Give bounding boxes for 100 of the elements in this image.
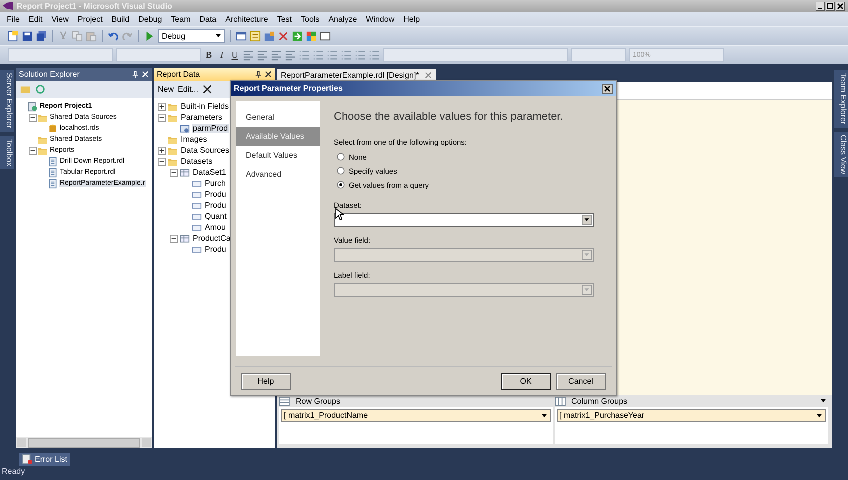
expander[interactable] [158, 146, 166, 154]
tab-title: ReportParameterExample.rdl [Design]* [281, 71, 420, 80]
menu-item[interactable]: Debug [134, 14, 166, 24]
menu-item[interactable]: Team [167, 14, 195, 24]
tree-item[interactable]: Parameters [180, 113, 224, 122]
undo-icon[interactable] [108, 30, 119, 42]
format-button[interactable]: B [204, 50, 214, 60]
dialog-title: Report Parameter Properties [234, 84, 343, 93]
refresh-icon[interactable] [35, 84, 46, 95]
save-all-icon[interactable] [36, 30, 47, 42]
menu-item[interactable]: Edit [24, 14, 47, 24]
expander[interactable] [170, 234, 178, 242]
caret-icon [216, 34, 221, 38]
align-icon[interactable] [257, 50, 268, 60]
format-button[interactable]: I [217, 50, 227, 60]
menu-item[interactable]: Project [74, 14, 107, 24]
tree-item[interactable]: Produ [204, 245, 228, 254]
tree-item[interactable]: parmProd [192, 124, 230, 133]
folder-icon [168, 102, 178, 112]
tree-item[interactable]: ProductCa [192, 234, 232, 243]
tree-item[interactable]: Quant [204, 212, 228, 221]
window-icon[interactable] [236, 30, 247, 42]
group-item[interactable]: [ matrix1_ProductName [281, 409, 550, 422]
menu-item[interactable]: View [48, 14, 73, 24]
caret-icon[interactable] [542, 414, 546, 418]
align-icon[interactable] [271, 50, 282, 60]
document-icon [48, 178, 58, 188]
panel-title: Report Data [157, 70, 200, 79]
expander[interactable] [29, 146, 37, 154]
expander[interactable] [158, 158, 166, 166]
tree-item[interactable]: Amou [204, 223, 227, 232]
menu-item[interactable]: Data [196, 14, 221, 24]
start-icon[interactable] [144, 30, 155, 42]
tree-item[interactable]: Produ [204, 190, 228, 199]
align-icon[interactable] [243, 50, 254, 60]
nav-item[interactable]: Advanced [236, 165, 320, 184]
group-item[interactable]: [ matrix1_PurchaseYear [556, 409, 826, 422]
radio-button[interactable] [337, 181, 345, 189]
pin-icon[interactable] [255, 71, 262, 78]
radio-button[interactable] [337, 153, 345, 161]
maximize-button[interactable] [826, 2, 835, 10]
configuration-dropdown[interactable]: Debug [158, 29, 225, 43]
properties-icon[interactable] [250, 30, 261, 42]
close-icon[interactable] [265, 71, 272, 78]
format-button[interactable]: U [230, 50, 240, 60]
menu-item[interactable]: Tools [297, 14, 324, 24]
tree-item[interactable]: Datasets [180, 157, 214, 166]
nav-item[interactable]: General [236, 108, 320, 127]
ok-button[interactable]: OK [501, 372, 551, 390]
error-list-tab[interactable]: Error List [19, 453, 70, 466]
side-tab[interactable]: Class View [834, 132, 848, 177]
align-icon[interactable] [285, 50, 296, 60]
expander[interactable] [158, 102, 166, 110]
window-title: Report Project1 - Microsoft Visual Studio [17, 2, 172, 10]
edit-button[interactable]: Edit... [178, 85, 198, 94]
menu-item[interactable]: Analyze [324, 14, 362, 24]
close-button[interactable] [602, 84, 613, 94]
tree-item[interactable]: Images [180, 135, 208, 144]
save-icon[interactable] [22, 30, 33, 42]
cancel-button[interactable]: Cancel [556, 372, 606, 390]
document-icon [48, 156, 58, 166]
side-tab[interactable]: Toolbox [0, 136, 14, 170]
table-icon [180, 234, 190, 244]
expander[interactable] [158, 114, 166, 122]
tree-item[interactable]: Purch [204, 179, 227, 188]
menu-item[interactable]: Window [362, 14, 399, 24]
new-project-icon[interactable] [8, 30, 19, 42]
tree-item[interactable]: DataSet1 [192, 168, 228, 177]
project-icon [28, 102, 38, 112]
combo-box[interactable] [334, 213, 594, 227]
menu-item[interactable]: Test [273, 14, 296, 24]
expander[interactable] [29, 114, 37, 122]
help-button[interactable]: Help [241, 372, 291, 390]
folder-icon [168, 156, 178, 166]
tree-item[interactable]: Data Sources [180, 146, 230, 155]
expander[interactable] [170, 168, 178, 176]
menu-item[interactable]: Help [400, 14, 424, 24]
caret-icon[interactable] [817, 414, 822, 418]
radio-button[interactable] [337, 167, 345, 175]
side-tab[interactable]: Team Explorer [834, 70, 848, 128]
nav-item[interactable]: Default Values [236, 146, 320, 165]
folder-icon [168, 146, 178, 156]
minimize-button[interactable] [816, 2, 825, 10]
menu-item[interactable]: Build [108, 14, 134, 24]
new-menu-button[interactable]: New [158, 85, 174, 94]
command-window-icon[interactable] [320, 30, 331, 42]
tree-item[interactable]: Produ [204, 201, 228, 210]
dropdown-icon[interactable] [821, 399, 826, 403]
error-list-icon [22, 454, 33, 465]
tree-item[interactable]: Built-in Fields [180, 102, 230, 111]
delete-icon[interactable] [202, 84, 214, 95]
horizontal-scrollbar[interactable] [16, 437, 152, 448]
document-icon [48, 168, 58, 178]
folder-icon [38, 134, 48, 144]
status-text: Ready [1, 467, 26, 478]
close-button[interactable] [836, 2, 845, 10]
menu-item[interactable]: Architecture [222, 14, 272, 24]
menu-item[interactable]: File [3, 14, 24, 24]
side-tab[interactable]: Server Explorer [0, 70, 14, 132]
import-icon[interactable] [292, 30, 303, 42]
